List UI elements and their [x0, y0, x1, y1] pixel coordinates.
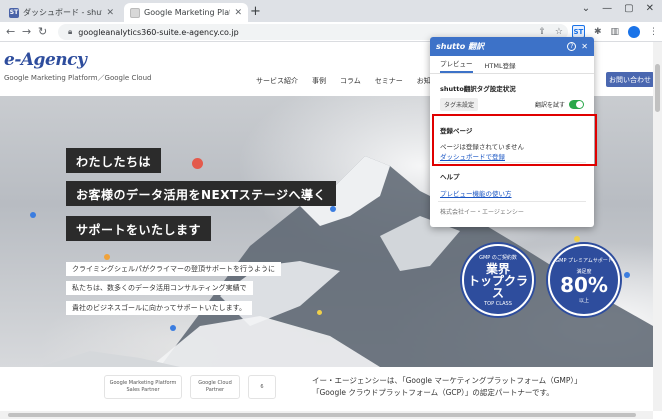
- decor-dot: [30, 212, 36, 218]
- nav-column[interactable]: コラム: [340, 76, 361, 86]
- hero-headline-3: サポートをいたします: [66, 216, 212, 241]
- badge-sub-text: TOP CLASS: [484, 300, 512, 307]
- reload-icon[interactable]: ↻: [38, 25, 47, 38]
- url-text: googleanalytics360-suite.e-agency.co.jp: [78, 27, 239, 37]
- help-section: ヘルプ プレビュー機能の使い方: [430, 163, 594, 201]
- help-icon[interactable]: ?: [567, 42, 577, 51]
- decor-dot: [170, 325, 176, 331]
- tab-preview[interactable]: プレビュー: [440, 58, 473, 73]
- main-nav: サービス紹介 事例 コラム セミナー お知: [256, 76, 431, 86]
- badge-top-text: GMP のご契約数: [479, 254, 517, 261]
- preview-help-link[interactable]: プレビュー機能の使い方: [440, 188, 584, 198]
- badge-main-text: トップクラス: [467, 273, 528, 300]
- badge-main-text: 業界: [485, 261, 510, 276]
- decor-dot: [192, 158, 203, 169]
- nav-seminar[interactable]: セミナー: [375, 76, 403, 86]
- share-icon[interactable]: ⇪: [538, 27, 546, 37]
- close-tab-icon[interactable]: ✕: [234, 8, 242, 18]
- partner-strip: Google Marketing Platform Sales Partner …: [0, 367, 653, 411]
- side-panel-icon[interactable]: ▥: [610, 27, 619, 37]
- popup-brand: shutto 翻訳: [436, 42, 485, 51]
- popup-header: shutto 翻訳 ? ✕: [430, 37, 594, 56]
- status-title: shutto翻訳タグ設定状況: [440, 85, 516, 93]
- tag-status-section: shutto翻訳タグ設定状況 タグ未設定 翻訳を試す: [430, 74, 594, 115]
- scroll-thumb[interactable]: [8, 413, 636, 417]
- decor-dot: [317, 310, 322, 315]
- tab-title: Google Marketing Platform, Goo: [144, 8, 230, 17]
- vertical-scrollbar[interactable]: [653, 42, 662, 411]
- logo-tagline: Google Marketing Platform／Google Cloud: [4, 74, 152, 82]
- site-logo[interactable]: e-Agency: [4, 50, 87, 70]
- badge-sub-text: 以上: [578, 297, 589, 304]
- decor-dot: [104, 254, 110, 260]
- popup-tabs: プレビュー HTML登録: [430, 56, 594, 74]
- shutto-favicon-icon: ST: [9, 7, 19, 18]
- hero-headline-2: お客様のデータ活用をNEXTステージへ導く: [66, 181, 336, 206]
- highlight-annotation: [432, 114, 597, 166]
- back-icon[interactable]: ←: [6, 25, 15, 38]
- forward-icon[interactable]: →: [22, 25, 31, 38]
- top-class-badge: GMP のご契約数 業界 トップクラス TOP CLASS: [462, 244, 534, 316]
- hero-headline-1: わたしたちは: [66, 148, 162, 173]
- horizontal-scrollbar[interactable]: [0, 411, 653, 419]
- hero-subline-2: 私たちは、数多くのデータ活用コンサルティング実績で: [66, 281, 253, 295]
- close-icon[interactable]: ✕: [581, 42, 588, 51]
- partner-text-line: 「Google クラウドプラットフォーム（GCP）」の認定パートナーです。: [312, 388, 554, 397]
- help-title: ヘルプ: [440, 173, 460, 181]
- close-window-icon[interactable]: ✕: [646, 3, 654, 14]
- tab-title: ダッシュボード - shutto翻訳: [23, 8, 102, 17]
- minimize-icon[interactable]: —: [602, 3, 612, 14]
- hero-subline-3: 貴社のビジネスゴールに向かってサポートいたします。: [66, 301, 252, 315]
- menu-kebab-icon[interactable]: ⋮: [649, 27, 658, 37]
- contact-button[interactable]: お問い合わせ: [606, 72, 654, 87]
- tab-search-icon[interactable]: ⌄: [582, 3, 590, 14]
- tag-status-badge: タグ未設定: [440, 98, 479, 111]
- badge-top-text: GMP プレミアムサポート: [555, 257, 613, 264]
- decor-dot: [330, 206, 336, 212]
- satisfaction-badge: GMP プレミアムサポート 満足度 80% 以上: [548, 244, 620, 316]
- popup-footer: 株式会社イー・エージェンシー: [440, 209, 524, 216]
- partner-text-line: イー・エージェンシーは、「Google マーケティングプラットフォーム（GMP）…: [312, 376, 582, 385]
- hero-subline-1: クライミングシェルパがクライマーの登頂サポートを行うように: [66, 262, 281, 276]
- nav-news[interactable]: お知: [417, 76, 431, 86]
- partner-description: イー・エージェンシーは、「Google マーケティングプラットフォーム（GMP）…: [312, 375, 582, 399]
- lock-icon: 🔒︎: [68, 27, 73, 36]
- scroll-thumb[interactable]: [655, 64, 660, 112]
- maximize-icon[interactable]: ▢: [624, 3, 633, 14]
- window-controls: ⌄ — ▢ ✕: [582, 3, 654, 14]
- translate-toggle[interactable]: [569, 100, 584, 109]
- toggle-label: 翻訳を試す: [534, 102, 565, 109]
- new-tab-icon[interactable]: +: [250, 4, 261, 19]
- tab-html-register[interactable]: HTML登録: [485, 60, 516, 73]
- page-favicon-icon: [130, 7, 140, 18]
- google-cloud-partner-logo: Google Cloud Partner: [190, 375, 240, 399]
- decor-dot: [624, 272, 630, 278]
- extensions-puzzle-icon[interactable]: ✱: [594, 27, 602, 37]
- tab-strip: ST ダッシュボード - shutto翻訳 ✕ Google Marketing…: [0, 0, 662, 22]
- tab-google-marketing[interactable]: Google Marketing Platform, Goo ✕: [124, 3, 248, 22]
- profile-avatar[interactable]: [628, 25, 640, 38]
- badge-percent: 80%: [560, 272, 608, 297]
- nav-services[interactable]: サービス紹介: [256, 76, 298, 86]
- nav-cases[interactable]: 事例: [312, 76, 326, 86]
- decor-dot: [574, 236, 580, 242]
- close-tab-icon[interactable]: ✕: [106, 8, 114, 18]
- tab-dashboard[interactable]: ST ダッシュボード - shutto翻訳 ✕: [3, 3, 120, 22]
- partner-logo-3: 6: [248, 375, 276, 399]
- gmp-partner-logo: Google Marketing Platform Sales Partner: [104, 375, 182, 399]
- bookmark-star-icon[interactable]: ☆: [555, 27, 563, 37]
